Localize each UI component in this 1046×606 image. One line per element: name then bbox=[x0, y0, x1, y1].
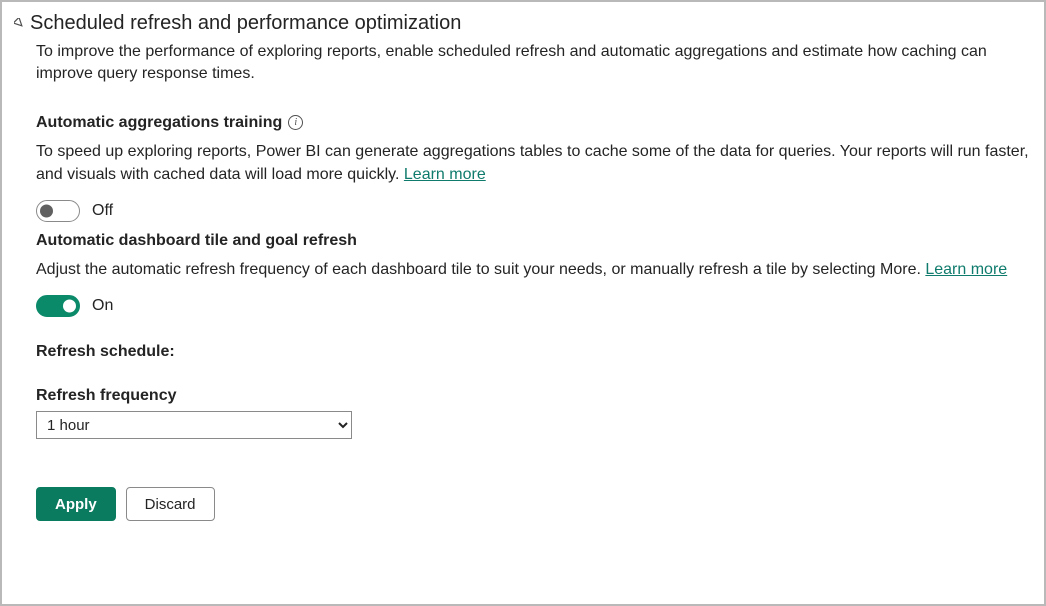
section-title: Scheduled refresh and performance optimi… bbox=[30, 12, 461, 35]
toggle-knob bbox=[63, 300, 76, 313]
discard-button[interactable]: Discard bbox=[126, 487, 215, 521]
aggregations-description: To speed up exploring reports, Power BI … bbox=[36, 140, 1032, 186]
dashboard-refresh-toggle-label: On bbox=[92, 297, 113, 315]
refresh-schedule-label: Refresh schedule: bbox=[36, 343, 1032, 361]
button-row: Apply Discard bbox=[36, 487, 1032, 521]
aggregations-title: Automatic aggregations training bbox=[36, 114, 282, 132]
section-header[interactable]: Scheduled refresh and performance optimi… bbox=[14, 12, 1032, 35]
apply-button[interactable]: Apply bbox=[36, 487, 116, 521]
dashboard-refresh-toggle-row: On bbox=[36, 295, 1032, 317]
aggregations-title-row: Automatic aggregations training i bbox=[36, 114, 1032, 132]
aggregations-toggle-row: Off bbox=[36, 200, 1032, 222]
expand-arrow-icon bbox=[14, 17, 28, 31]
section-description: To improve the performance of exploring … bbox=[36, 41, 1032, 86]
info-icon[interactable]: i bbox=[288, 115, 303, 130]
aggregations-learn-more-link[interactable]: Learn more bbox=[404, 166, 486, 183]
aggregations-text: To speed up exploring reports, Power BI … bbox=[36, 143, 1029, 183]
aggregations-toggle-label: Off bbox=[92, 202, 113, 220]
aggregations-toggle[interactable] bbox=[36, 200, 80, 222]
dashboard-refresh-description: Adjust the automatic refresh frequency o… bbox=[36, 258, 1032, 281]
refresh-frequency-label: Refresh frequency bbox=[36, 387, 1032, 405]
dashboard-refresh-text: Adjust the automatic refresh frequency o… bbox=[36, 261, 925, 278]
dashboard-refresh-toggle[interactable] bbox=[36, 295, 80, 317]
dashboard-refresh-learn-more-link[interactable]: Learn more bbox=[925, 261, 1007, 278]
dashboard-refresh-title: Automatic dashboard tile and goal refres… bbox=[36, 232, 1032, 250]
toggle-knob bbox=[40, 205, 53, 218]
refresh-frequency-select[interactable]: 1 hour bbox=[36, 411, 352, 439]
